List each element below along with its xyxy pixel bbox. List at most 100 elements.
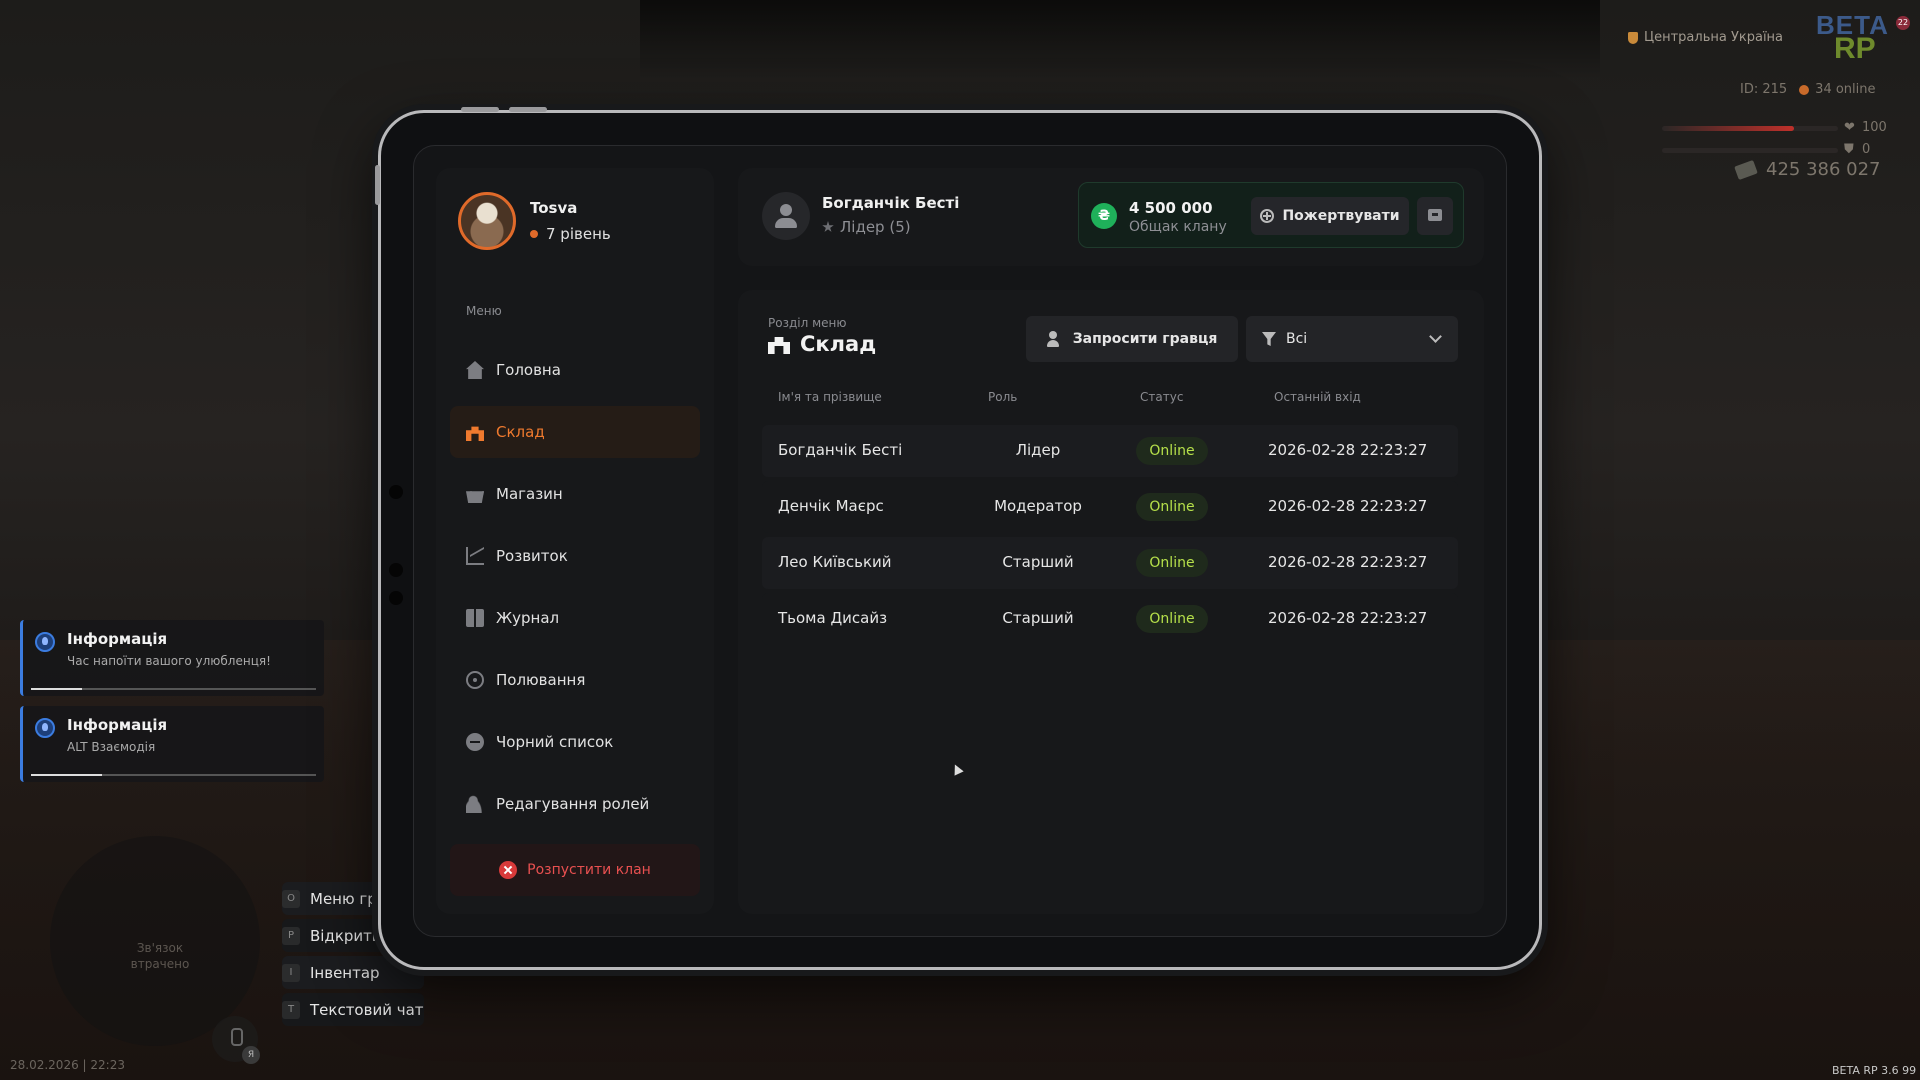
sidebar-item-hunting[interactable]: Полювання (450, 654, 700, 706)
sidebar-menu: Головна Склад Магазин Розвиток Журнал По… (450, 344, 700, 840)
column-header-name: Ім'я та прізвище (778, 390, 882, 404)
money-icon (1734, 159, 1758, 180)
table-row[interactable]: Лео Київський Старший Online 2026-02-28 … (762, 537, 1458, 589)
role-filter-select[interactable]: Всі (1246, 316, 1458, 362)
radar-status: Зв'язок втрачено (130, 941, 190, 971)
hotkey-label: Відкрити (310, 926, 382, 945)
member-last-login: 2026-02-28 22:23:27 (1268, 497, 1428, 515)
status-badge: Online (1136, 549, 1208, 577)
members-panel: Розділ меню Склад Запросити гравця Всі І… (738, 290, 1484, 914)
close-circle-icon (499, 861, 518, 879)
growth-chart-icon (466, 547, 484, 565)
hotkey-key: T (282, 1000, 300, 1019)
chevron-down-icon (1429, 330, 1442, 343)
tablet-volume-button (461, 107, 499, 112)
hud-money: 425 386 027 (1734, 159, 1881, 180)
tablet-volume-button (509, 107, 547, 112)
player-avatar (458, 192, 516, 250)
bank-label: Общак клану (1129, 219, 1227, 235)
sidebar-item-warehouse[interactable]: Склад (450, 406, 700, 458)
player-profile: Tosva 7 рівень (458, 192, 611, 250)
leader-role: Лідер (5) (822, 218, 911, 236)
filter-value: Всі (1286, 331, 1308, 347)
table-row[interactable]: Богданчік Бесті Лідер Online 2026-02-28 … (762, 425, 1458, 477)
table-row[interactable]: Денчік Маєрс Модератор Online 2026-02-28… (762, 481, 1458, 533)
user-edit-icon (466, 795, 484, 813)
hryvnia-coin-icon: ₴ (1091, 203, 1117, 229)
member-last-login: 2026-02-28 22:23:27 (1268, 609, 1428, 627)
table-header: Ім'я та прізвище Роль Статус Останній вх… (762, 390, 1458, 410)
leader-avatar-icon (762, 192, 810, 240)
member-role: Модератор (994, 497, 1082, 515)
online-count: 34 online (1815, 82, 1876, 97)
hud-datetime: 28.02.2026 | 22:23 (10, 1058, 125, 1072)
sidebar-item-blacklist[interactable]: Чорний список (450, 716, 700, 768)
warehouse-icon (466, 426, 484, 441)
hotkey-key: O (282, 889, 300, 908)
logo-badge: 22 (1896, 16, 1910, 30)
page-title: Склад (768, 332, 876, 356)
invite-player-button[interactable]: Запросити гравця (1026, 316, 1238, 362)
notification-message: ALT Взаємодія (67, 740, 156, 754)
tablet-screen: Tosva 7 рівень Меню Головна Склад Магази… (413, 145, 1507, 937)
column-header-last-login: Останній вхід (1274, 390, 1361, 404)
member-name: Богданчік Бесті (778, 441, 903, 459)
hotkey-key: P (282, 926, 300, 945)
info-bulb-icon (35, 632, 55, 652)
game-version: BETA RP 3.6 99 (1832, 1064, 1916, 1077)
dissolve-clan-label: Розпустити клан (527, 862, 651, 878)
clan-header: Богданчік Бесті Лідер (5) ₴ 4 500 000 Об… (738, 168, 1484, 266)
sidebar-item-shop[interactable]: Магазин (450, 468, 700, 520)
sidebar-item-edit-roles[interactable]: Редагування ролей (450, 778, 700, 830)
money-amount: 425 386 027 (1766, 159, 1881, 180)
safe-icon-button[interactable] (1417, 197, 1453, 235)
warehouse-icon (768, 337, 790, 354)
hotkey-label: Текстовий чат (310, 1000, 424, 1019)
armor-shield-icon: ⛊ (1844, 142, 1854, 157)
member-last-login: 2026-02-28 22:23:27 (1268, 553, 1428, 571)
clan-tablet: Tosva 7 рівень Меню Головна Склад Магази… (375, 107, 1542, 970)
sidebar-item-main[interactable]: Головна (450, 344, 700, 396)
notification-title: Інформація (67, 716, 168, 734)
sidebar-item-label: Журнал (496, 609, 560, 627)
star-icon (822, 221, 834, 232)
hotkey-label: Інвентар (310, 963, 380, 982)
dissolve-clan-button[interactable]: Розпустити клан (450, 844, 700, 896)
logo-text-bottom: RP (1834, 32, 1876, 65)
hud-region: Центральна Україна (1628, 30, 1783, 45)
filter-funnel-icon (1262, 332, 1276, 346)
player-level-text: 7 рівень (546, 225, 611, 243)
level-dot-icon (530, 230, 538, 238)
sidebar-item-label: Склад (496, 423, 545, 441)
armor-value: 0 (1862, 142, 1871, 157)
leader-role-text: Лідер (5) (840, 218, 911, 236)
donate-button[interactable]: Пожертвувати (1251, 197, 1409, 235)
tablet-camera (389, 591, 403, 605)
table-row[interactable]: Тьома Дисайз Старший Online 2026-02-28 2… (762, 593, 1458, 645)
armor-bar (1662, 148, 1838, 153)
blacklist-icon (466, 733, 484, 751)
sidebar-item-growth[interactable]: Розвиток (450, 530, 700, 582)
tablet-power-button (375, 165, 380, 205)
crosshair-icon (466, 671, 484, 689)
member-name: Тьома Дисайз (778, 609, 888, 627)
tablet-camera (389, 563, 403, 577)
health-bar (1662, 126, 1838, 131)
members-table: Богданчік Бесті Лідер Online 2026-02-28 … (762, 425, 1458, 649)
member-role: Лідер (1015, 441, 1061, 459)
sidebar-item-journal[interactable]: Журнал (450, 592, 700, 644)
region-shield-icon (1628, 31, 1638, 44)
online-dot-icon (1799, 84, 1810, 95)
member-role: Старший (1002, 609, 1074, 627)
region-name: Центральна Україна (1644, 30, 1784, 45)
invite-label: Запросити гравця (1072, 331, 1218, 347)
hotkey-label: Меню гра (310, 889, 386, 908)
hud-player-info: ID: 215 34 online (1740, 82, 1876, 97)
menu-caption: Меню (466, 304, 502, 318)
mic-badge: Я (242, 1046, 260, 1064)
leader-name: Богданчік Бесті (822, 194, 960, 212)
notification-progress-fill (31, 774, 103, 776)
home-icon (466, 361, 484, 379)
page-title-text: Склад (800, 332, 877, 356)
health-value: 100 (1862, 120, 1887, 135)
